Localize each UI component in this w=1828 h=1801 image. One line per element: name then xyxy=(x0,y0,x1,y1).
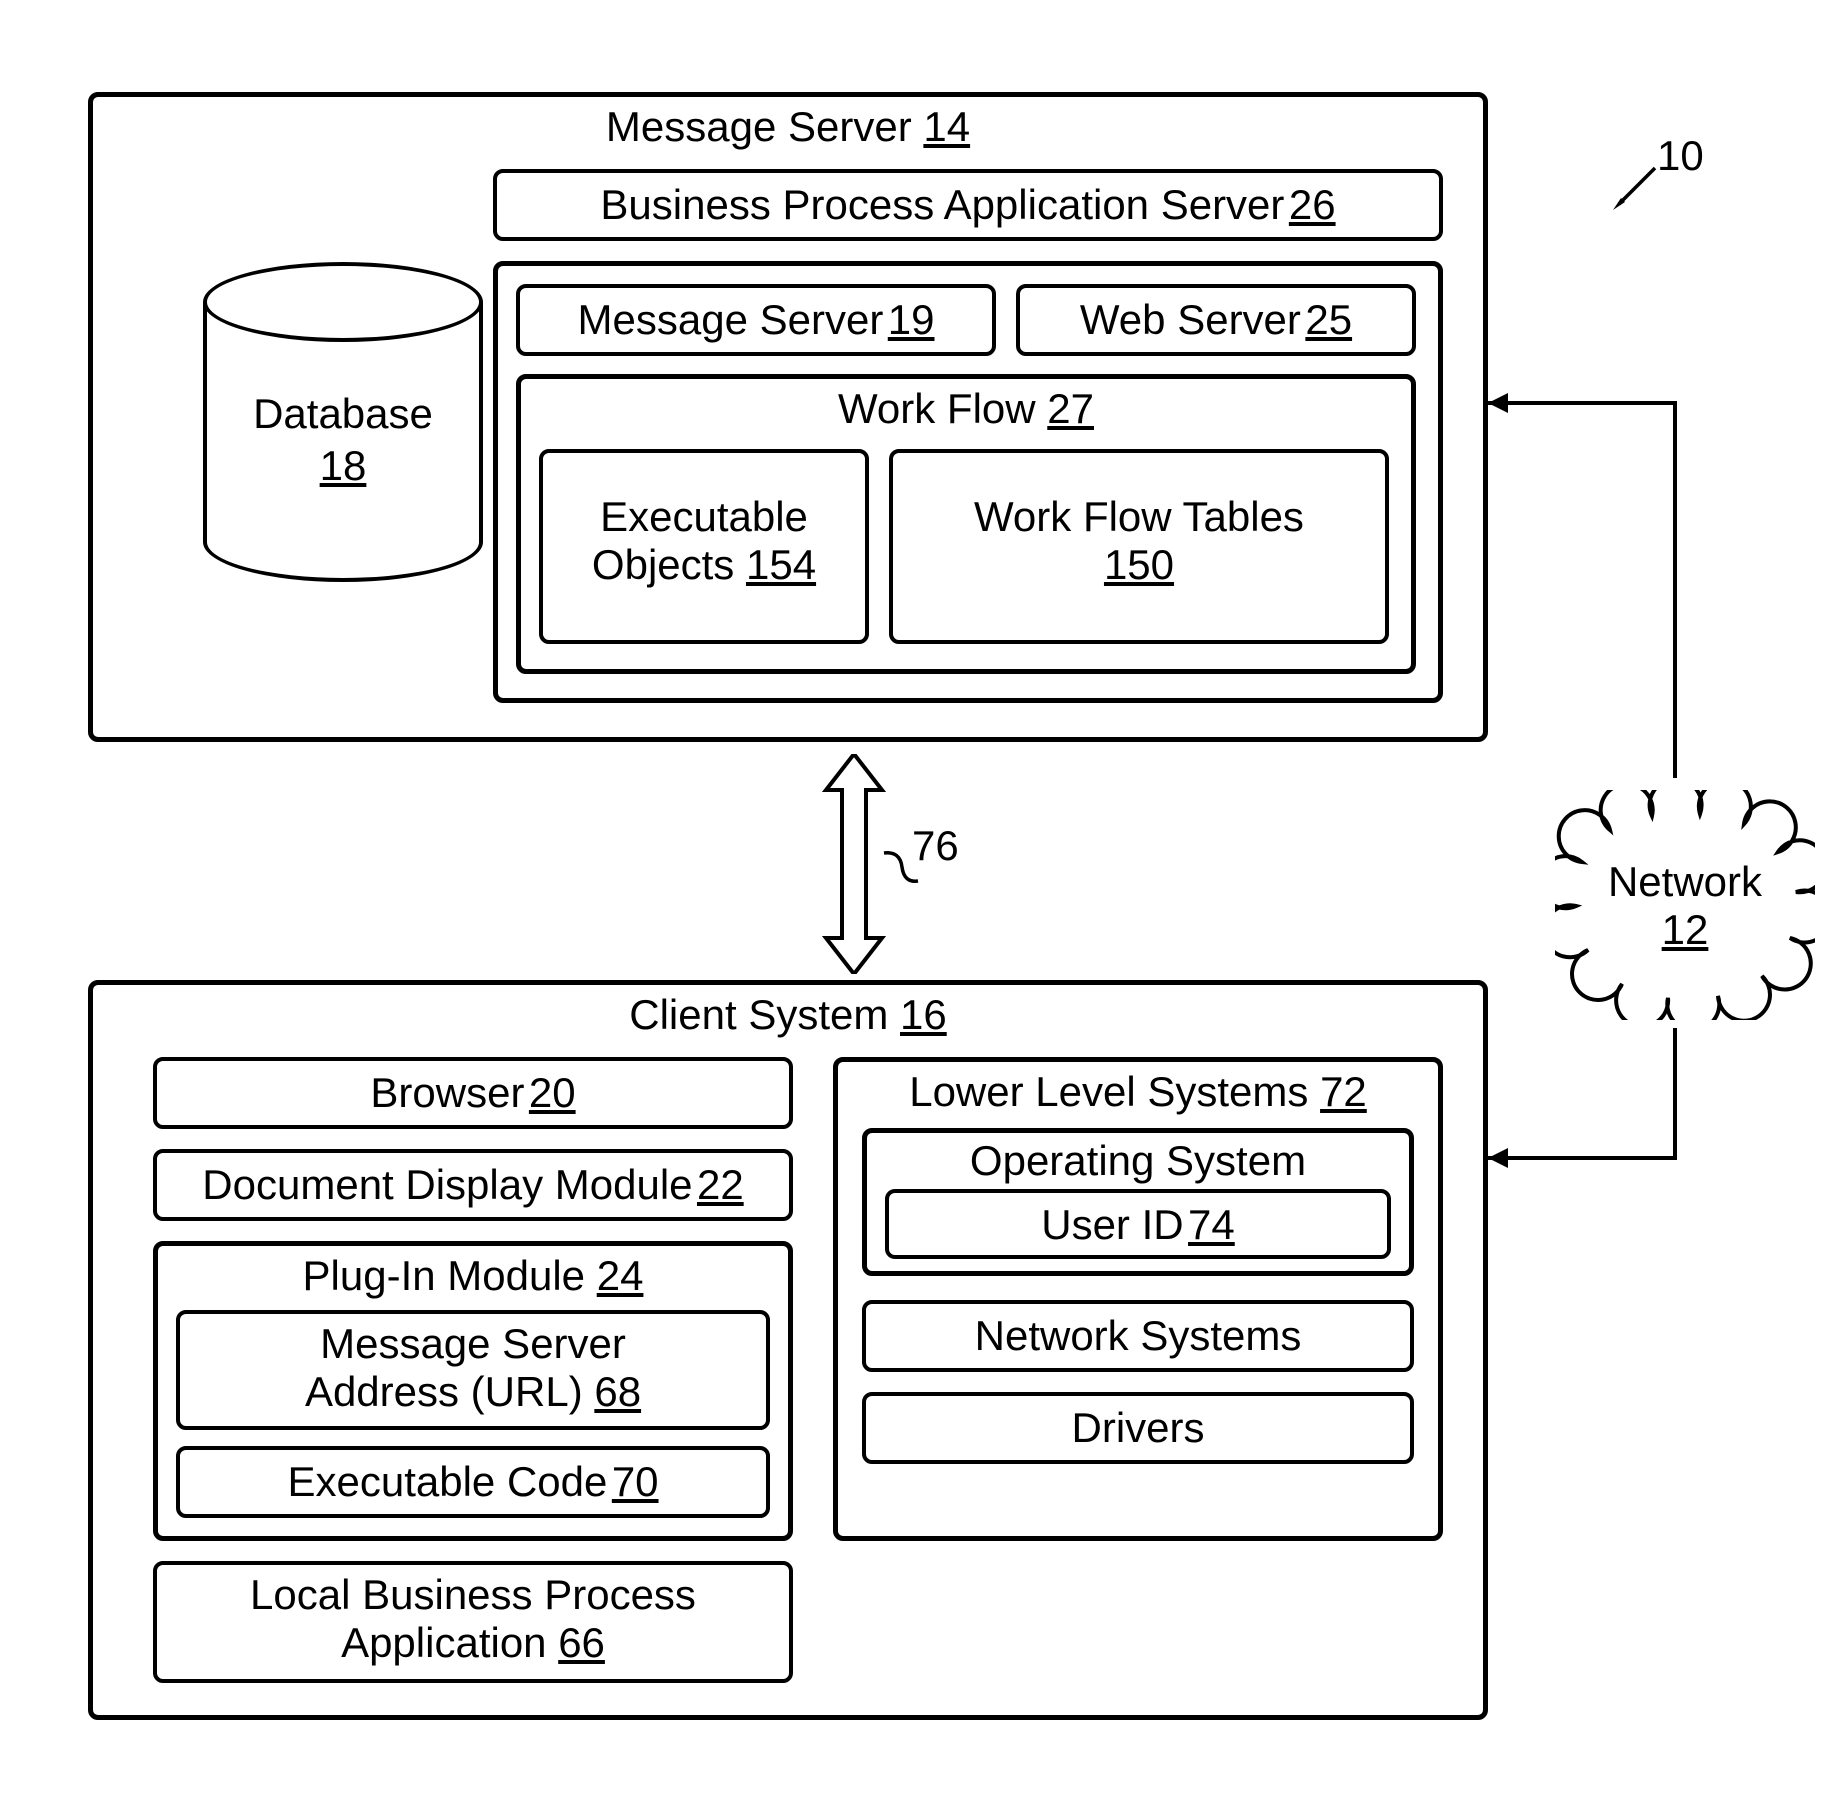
database-number: 18 xyxy=(320,442,367,490)
network-label: Network 12 xyxy=(1555,858,1815,955)
database-cylinder: Database 18 xyxy=(203,262,483,582)
browser-box: Browser 20 xyxy=(153,1057,793,1129)
operating-system-box: Operating System User ID 74 xyxy=(862,1128,1414,1276)
client-system-title: Client System 16 xyxy=(93,991,1483,1039)
lower-level-systems-title: Lower Level Systems 72 xyxy=(838,1068,1438,1116)
figure-reference-10: 10 xyxy=(1657,132,1704,180)
database-label: Database xyxy=(253,390,433,438)
workflow-tables-box: Work Flow Tables 150 xyxy=(889,449,1389,644)
connector-reference-76: 76 xyxy=(912,822,959,870)
user-id-box: User ID 74 xyxy=(885,1189,1391,1259)
operating-system-label: Operating System xyxy=(970,1137,1306,1184)
message-server-address-box: Message Server Address (URL) 68 xyxy=(176,1310,770,1430)
network-arrows xyxy=(1485,398,1825,1218)
workflow-title: Work Flow 27 xyxy=(521,385,1411,433)
client-system-box: Client System 16 Browser 20 Document Dis… xyxy=(88,980,1488,1720)
document-display-module-box: Document Display Module 22 xyxy=(153,1149,793,1221)
lower-level-systems-box: Lower Level Systems 72 Operating System … xyxy=(833,1057,1443,1541)
network-systems-box: Network Systems xyxy=(862,1300,1414,1372)
executable-objects-box: Executable Objects 154 xyxy=(539,449,869,644)
local-business-process-app-box: Local Business Process Application 66 xyxy=(153,1561,793,1683)
executable-code-box: Executable Code 70 xyxy=(176,1446,770,1518)
workflow-box: Work Flow 27 Executable Objects 154 Work… xyxy=(516,374,1416,674)
plugin-module-box: Plug-In Module 24 Message Server Address… xyxy=(153,1241,793,1541)
inner-server-box: Message Server 19 Web Server 25 Work Flo… xyxy=(493,261,1443,703)
drivers-box: Drivers xyxy=(862,1392,1414,1464)
bidirectional-arrow-icon xyxy=(818,754,890,974)
diagram-canvas: 10 Message Server 14 Database 18 Busines… xyxy=(40,40,1828,1761)
message-server-title: Message Server 14 xyxy=(93,103,1483,151)
message-server-19-box: Message Server 19 xyxy=(516,284,996,356)
message-server-box: Message Server 14 Database 18 Business P… xyxy=(88,92,1488,742)
leader-curve-icon xyxy=(882,847,920,885)
leader-arrow-icon xyxy=(1611,166,1657,212)
bpas-box: Business Process Application Server 26 xyxy=(493,169,1443,241)
plugin-module-title: Plug-In Module 24 xyxy=(158,1252,788,1300)
web-server-box: Web Server 25 xyxy=(1016,284,1416,356)
